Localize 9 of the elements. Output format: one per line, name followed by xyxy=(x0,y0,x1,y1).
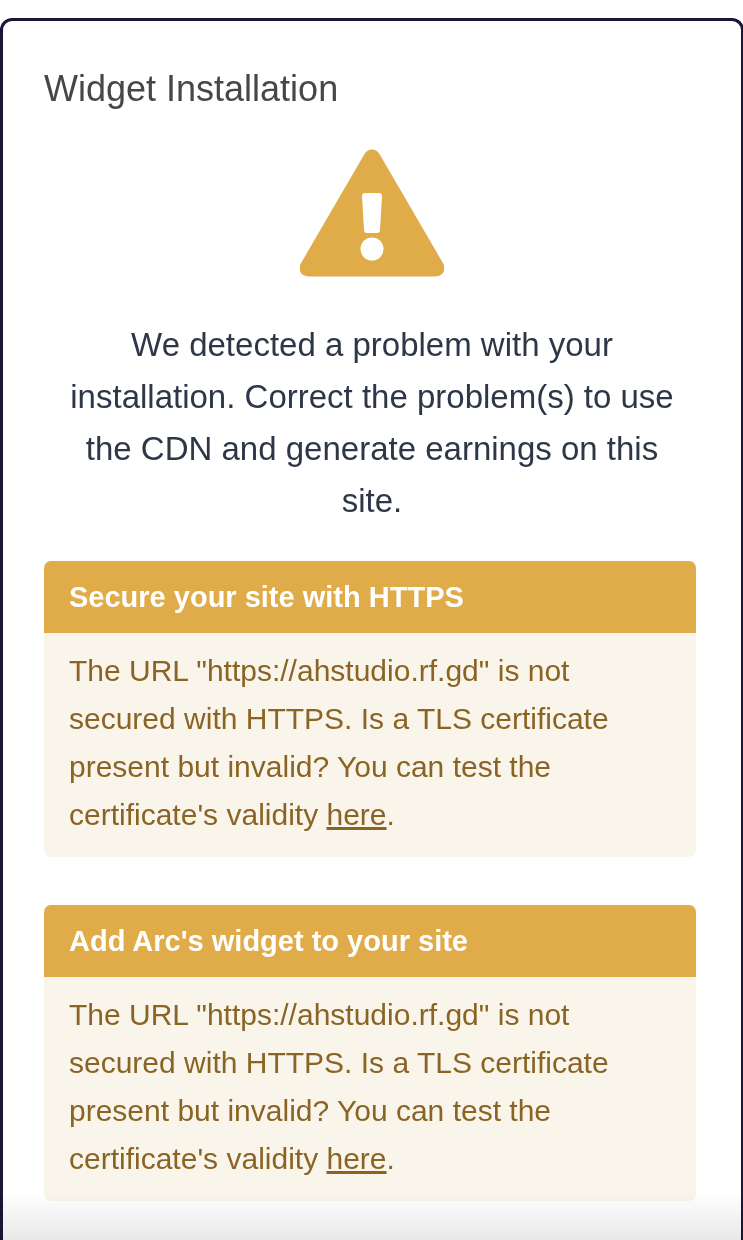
warning-icon xyxy=(300,149,444,277)
problem-message: We detected a problem with your installation. Correct the problem(s) to use the CDN and generate earnings on this site. xyxy=(69,325,675,521)
card-title: Widget Installation xyxy=(44,67,339,111)
validity-link[interactable]: here xyxy=(326,1142,387,1175)
alert-header: Secure your site with HTTPS xyxy=(44,561,696,633)
validity-link[interactable]: here xyxy=(326,798,387,831)
alert-header: Add Arc's widget to your site xyxy=(44,905,696,977)
alert-text: The URL "https://ahstudio.rf.gd" is not secured with HTTPS. Is a TLS certificate present but invalid? You can test the certificate's validity here. xyxy=(68,997,610,1177)
alert-text: The URL "https://ahstudio.rf.gd" is not secured with HTTPS. Is a TLS certificate present but invalid? You can test the certificate's validity here. xyxy=(68,653,610,833)
